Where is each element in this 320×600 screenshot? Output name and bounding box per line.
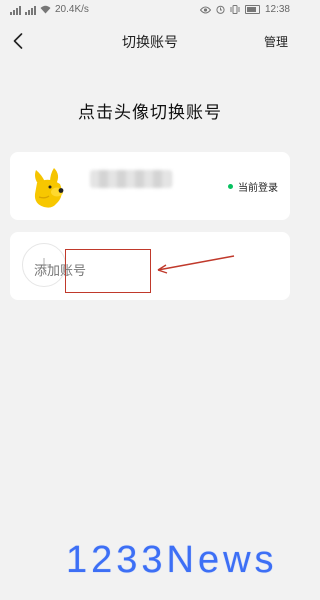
signal-icon: [10, 5, 21, 15]
status-left: 20.4K/s: [10, 4, 89, 15]
account-name-blurred: [90, 170, 172, 188]
network-speed: 20.4K/s: [55, 4, 89, 15]
wifi-icon: [40, 5, 51, 14]
switch-account-heading: 点击头像切换账号: [78, 103, 222, 123]
manage-button[interactable]: 管理: [264, 33, 288, 50]
current-login-label: 当前登录: [238, 183, 278, 194]
nav-bar: 切换账号 管理: [0, 22, 300, 60]
watermark: 1233News: [66, 539, 278, 581]
status-time: 12:38: [264, 4, 290, 15]
battery-icon: [244, 5, 260, 14]
add-account-card[interactable]: 添加账号: [10, 232, 290, 300]
current-account-card[interactable]: 当前登录: [10, 152, 290, 220]
status-bar: 20.4K/s 12:38: [0, 0, 300, 20]
status-dot: [228, 184, 233, 189]
page-title: 切换账号: [122, 35, 178, 51]
alarm-icon: [216, 5, 225, 14]
eye-icon: [199, 6, 211, 13]
annotation-arrow: [157, 255, 235, 274]
status-right: 12:38: [199, 4, 290, 15]
add-account-label[interactable]: 添加账号: [34, 260, 86, 279]
current-login-status: 当前登录: [228, 179, 278, 194]
signal-icon-2: [25, 5, 36, 15]
avatar[interactable]: [28, 166, 70, 210]
vibrate-icon: [230, 5, 240, 14]
